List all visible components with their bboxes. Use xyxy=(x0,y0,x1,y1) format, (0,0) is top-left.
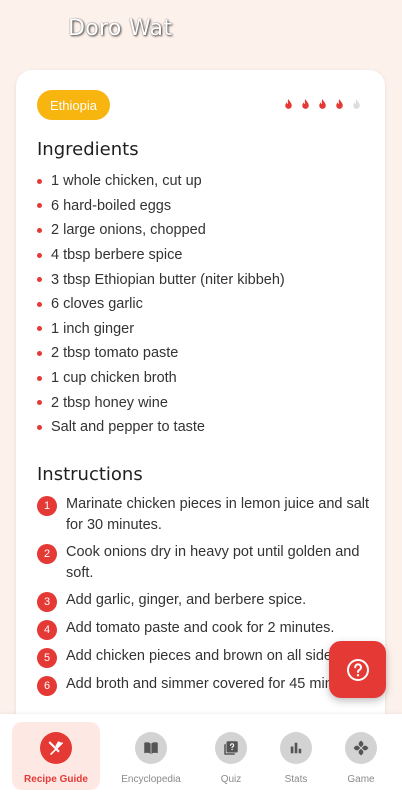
flame-icon xyxy=(285,99,292,109)
ingredient-item: 1 inch ginger xyxy=(37,317,367,342)
nav-label: Quiz xyxy=(220,774,242,785)
bullet-dot xyxy=(37,400,42,406)
ingredient-item: 6 hard-boiled eggs xyxy=(37,194,367,219)
ingredient-text: 1 cup chicken broth xyxy=(51,370,177,387)
instruction-step: 2 Cook onions dry in heavy pot until gold… xyxy=(37,542,372,584)
ingredient-item: 2 tbsp tomato paste xyxy=(37,341,367,366)
flame-icon xyxy=(319,99,326,109)
ingredient-text: Salt and pepper to taste xyxy=(51,419,205,436)
step-number: 1 xyxy=(37,496,57,516)
page-title: Doro Wat xyxy=(68,16,173,41)
recipe-card: Ethiopia Ingredients 1 whole chicken, cu… xyxy=(16,70,385,730)
book-icon xyxy=(135,732,167,764)
nav-item-recipe-guide[interactable]: Recipe Guide xyxy=(12,722,100,790)
bullet-dot xyxy=(37,277,42,283)
ingredients-heading: Ingredients xyxy=(37,139,139,160)
flame-icon xyxy=(336,99,343,109)
spice-level xyxy=(282,98,363,111)
ingredient-text: 1 inch ginger xyxy=(51,320,135,337)
gamepad-icon xyxy=(345,732,377,764)
flame-icon xyxy=(353,99,360,109)
ingredient-item: Salt and pepper to taste xyxy=(37,415,367,440)
step-number: 4 xyxy=(37,620,57,640)
instruction-step: 5 Add chicken pieces and brown on all sid… xyxy=(37,646,372,668)
bottom-navigation: Recipe Guide Encyclopedia Quiz Stats Gam… xyxy=(0,714,402,800)
ingredient-item: 4 tbsp berbere spice xyxy=(37,243,367,268)
quiz-icon xyxy=(215,732,247,764)
step-number: 6 xyxy=(37,676,57,696)
ingredient-text: 3 tbsp Ethiopian butter (niter kibbeh) xyxy=(51,271,285,288)
ingredient-text: 6 cloves garlic xyxy=(51,296,143,313)
ingredient-item: 2 large onions, chopped xyxy=(37,218,367,243)
step-number: 5 xyxy=(37,648,57,668)
nav-item-quiz[interactable]: Quiz xyxy=(207,722,255,790)
bullet-dot xyxy=(37,178,42,184)
step-text: Add chicken pieces and brown on all side… xyxy=(66,648,344,664)
step-number: 2 xyxy=(37,544,57,564)
step-text: Add tomato paste and cook for 2 minutes. xyxy=(66,620,335,636)
ingredient-text: 2 large onions, chopped xyxy=(51,222,206,239)
nav-item-stats[interactable]: Stats xyxy=(272,722,320,790)
bullet-dot xyxy=(37,252,42,258)
instructions-list: 1 Marinate chicken pieces in lemon juice … xyxy=(37,494,372,702)
country-badge: Ethiopia xyxy=(37,90,110,120)
ingredient-text: 6 hard-boiled eggs xyxy=(51,197,172,214)
bullet-dot xyxy=(37,350,42,356)
ingredient-item: 1 whole chicken, cut up xyxy=(37,169,367,194)
nav-label: Game xyxy=(347,774,375,785)
ingredient-text: 1 whole chicken, cut up xyxy=(51,173,202,190)
ingredient-text: 4 tbsp berbere spice xyxy=(51,247,183,264)
step-text: Add garlic, ginger, and berbere spice. xyxy=(66,592,307,608)
flame-icon xyxy=(302,99,309,109)
ingredient-text: 2 tbsp tomato paste xyxy=(51,345,179,362)
nav-label: Recipe Guide xyxy=(24,774,88,785)
utensils-icon xyxy=(40,732,72,764)
instruction-step: 1 Marinate chicken pieces in lemon juice … xyxy=(37,494,372,536)
instructions-heading: Instructions xyxy=(37,464,143,485)
ingredient-item: 6 cloves garlic xyxy=(37,292,367,317)
nav-item-game[interactable]: Game xyxy=(337,722,385,790)
nav-label: Encyclopedia xyxy=(121,774,181,785)
bullet-dot xyxy=(37,326,42,332)
ingredient-item: 3 tbsp Ethiopian butter (niter kibbeh) xyxy=(37,267,367,292)
step-text: Add broth and simmer covered for 45 minu… xyxy=(66,676,365,692)
instruction-step: 3 Add garlic, ginger, and berbere spice. xyxy=(37,590,372,612)
bar-chart-icon xyxy=(280,732,312,764)
bullet-dot xyxy=(37,301,42,307)
ingredient-text: 2 tbsp honey wine xyxy=(51,394,168,411)
ingredient-item: 1 cup chicken broth xyxy=(37,366,367,391)
instruction-step: 4 Add tomato paste and cook for 2 minutes… xyxy=(37,618,372,640)
nav-item-encyclopedia[interactable]: Encyclopedia xyxy=(112,722,190,790)
step-number: 3 xyxy=(37,592,57,612)
help-icon xyxy=(346,658,369,681)
nav-label: Stats xyxy=(284,774,308,785)
help-button[interactable] xyxy=(329,641,386,698)
step-text: Cook onions dry in heavy pot until golde… xyxy=(66,544,360,581)
bullet-dot xyxy=(37,203,42,209)
ingredients-list: 1 whole chicken, cut up 6 hard-boiled egg… xyxy=(37,169,367,440)
bullet-dot xyxy=(37,375,42,381)
bullet-dot xyxy=(37,424,42,430)
bullet-dot xyxy=(37,227,42,233)
step-text: Marinate chicken pieces in lemon juice a… xyxy=(66,496,370,533)
ingredient-item: 2 tbsp honey wine xyxy=(37,390,367,415)
instruction-step: 6 Add broth and simmer covered for 45 min… xyxy=(37,674,372,696)
